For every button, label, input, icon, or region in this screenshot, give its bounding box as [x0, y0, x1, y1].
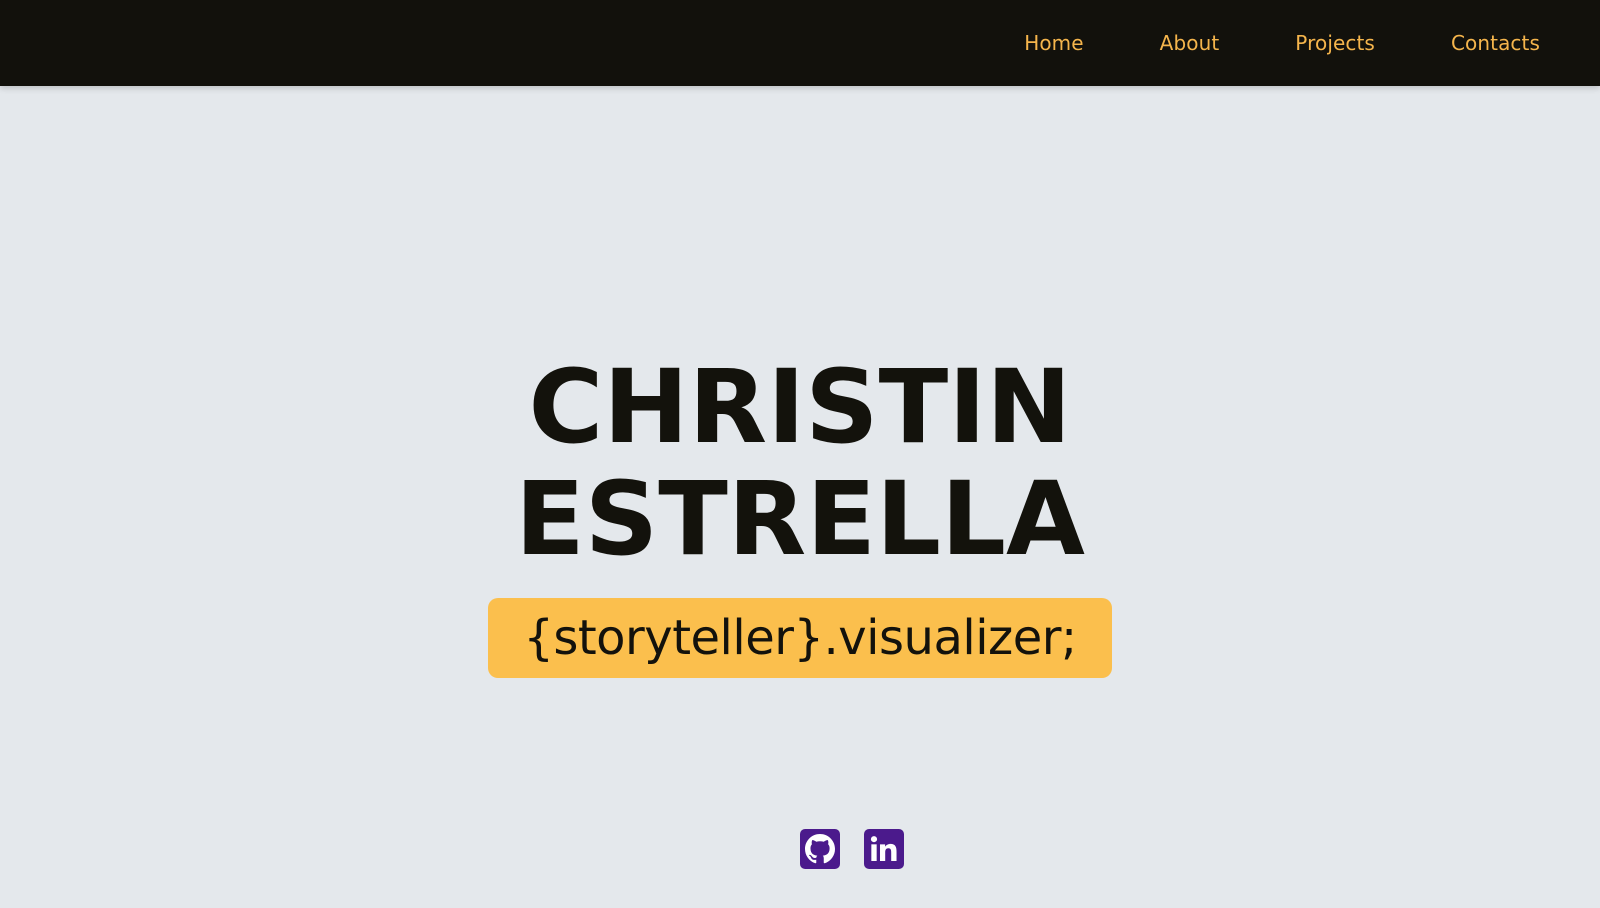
linkedin-icon	[868, 833, 900, 865]
nav-link-contacts[interactable]: Contacts	[1451, 31, 1540, 55]
hero-name-line2: ESTRELLA	[515, 460, 1085, 579]
nav-link-projects[interactable]: Projects	[1295, 31, 1375, 55]
hero-name-line1: CHRISTIN	[528, 348, 1072, 467]
tagline-text: {storyteller}.visualizer;	[523, 610, 1077, 666]
github-icon	[805, 834, 835, 864]
github-link[interactable]	[800, 829, 840, 869]
linkedin-link[interactable]	[864, 829, 904, 869]
tagline-badge: {storyteller}.visualizer;	[488, 598, 1112, 678]
hero-name: CHRISTIN ESTRELLA	[0, 352, 1600, 576]
social-links	[800, 829, 904, 869]
hero-section: CHRISTIN ESTRELLA {storyteller}.visualiz…	[0, 352, 1600, 678]
nav-link-about[interactable]: About	[1160, 31, 1220, 55]
top-navbar: Home About Projects Contacts	[0, 0, 1600, 86]
nav-link-home[interactable]: Home	[1024, 31, 1083, 55]
main-nav: Home About Projects Contacts	[1024, 0, 1540, 86]
